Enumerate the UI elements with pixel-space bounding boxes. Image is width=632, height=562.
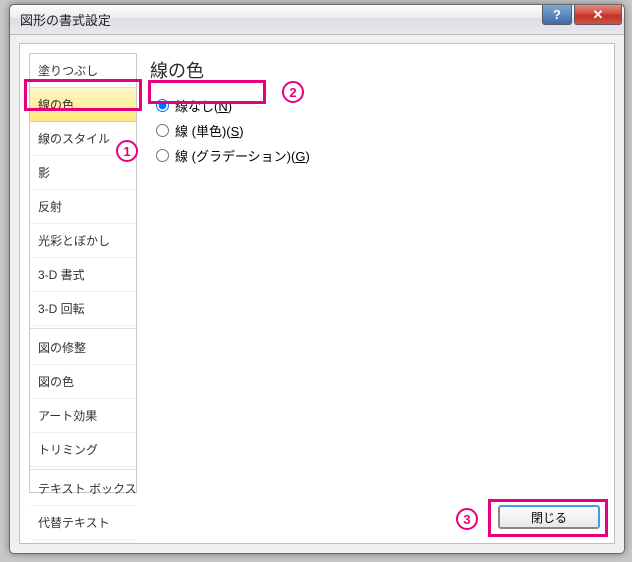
radio-input-n[interactable] (156, 99, 169, 112)
sidebar-item-11[interactable]: トリミング (30, 433, 136, 467)
titlebar-buttons: ? ✕ (542, 5, 622, 25)
sidebar-item-10[interactable]: アート効果 (30, 399, 136, 433)
close-button-label: 閉じる (531, 511, 567, 525)
sidebar-item-7[interactable]: 3-D 回転 (30, 292, 136, 326)
dialog-window: 図形の書式設定 ? ✕ 塗りつぶし線の色線のスタイル影反射光彩とぼかし3-D 書… (9, 4, 625, 554)
client-area: 塗りつぶし線の色線のスタイル影反射光彩とぼかし3-D 書式3-D 回転図の修整図… (19, 43, 615, 544)
radio-label: 線 (グラデーション)(G) (175, 146, 310, 165)
settings-panel: 線の色 線なし(N) 線 (単色)(S) 線 (グラデーション)(G) (150, 53, 605, 493)
sidebar-item-5[interactable]: 光彩とぼかし (30, 224, 136, 258)
radio-input-g[interactable] (156, 149, 169, 162)
sidebar-item-13[interactable]: 代替テキスト (30, 506, 136, 540)
close-icon: ✕ (593, 7, 604, 23)
radio-n[interactable]: 線なし(N) (154, 93, 605, 118)
window-close-button[interactable]: ✕ (574, 5, 622, 25)
category-sidebar: 塗りつぶし線の色線のスタイル影反射光彩とぼかし3-D 書式3-D 回転図の修整図… (29, 53, 137, 493)
sidebar-separator (30, 469, 136, 470)
sidebar-separator (30, 328, 136, 329)
titlebar: 図形の書式設定 ? ✕ (10, 5, 624, 35)
help-button[interactable]: ? (542, 5, 572, 25)
annotation-3: 3 (456, 508, 478, 530)
sidebar-item-4[interactable]: 反射 (30, 190, 136, 224)
sidebar-item-1[interactable]: 線の色 (30, 87, 136, 122)
radio-s[interactable]: 線 (単色)(S) (154, 118, 605, 143)
sidebar-item-2[interactable]: 線のスタイル (30, 122, 136, 156)
radio-label: 線 (単色)(S) (175, 121, 244, 140)
radio-input-s[interactable] (156, 124, 169, 137)
line-color-radio-group: 線なし(N) 線 (単色)(S) 線 (グラデーション)(G) (150, 93, 605, 168)
sidebar-item-12[interactable]: テキスト ボックス (30, 472, 136, 506)
window-title: 図形の書式設定 (20, 10, 111, 29)
sidebar-item-3[interactable]: 影 (30, 156, 136, 190)
sidebar-item-8[interactable]: 図の修整 (30, 331, 136, 365)
sidebar-item-0[interactable]: 塗りつぶし (30, 54, 136, 88)
close-button[interactable]: 閉じる (498, 505, 600, 529)
radio-label: 線なし(N) (175, 96, 232, 115)
help-icon: ? (553, 7, 561, 22)
radio-g[interactable]: 線 (グラデーション)(G) (154, 143, 605, 168)
sidebar-item-9[interactable]: 図の色 (30, 365, 136, 399)
sidebar-item-6[interactable]: 3-D 書式 (30, 258, 136, 292)
panel-title: 線の色 (150, 57, 605, 83)
